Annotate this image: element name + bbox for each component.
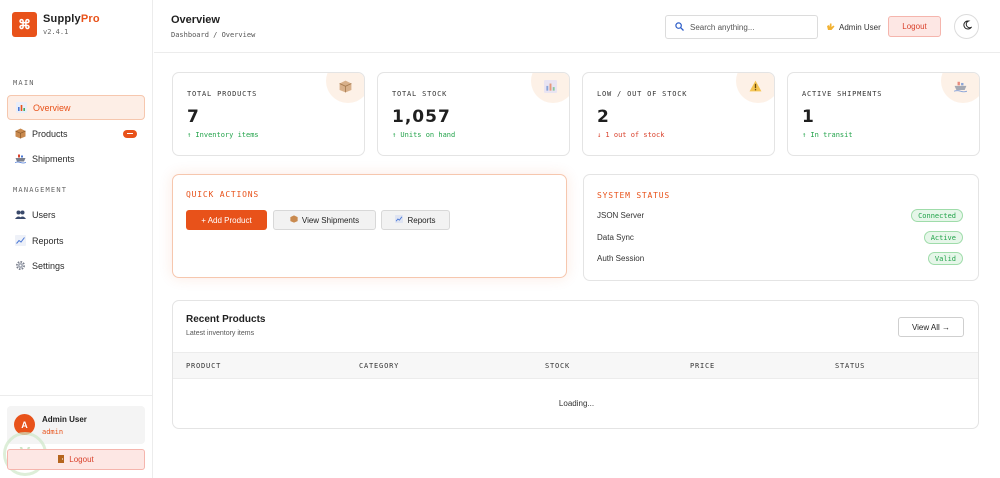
quick-actions-title: QUICK ACTIONS bbox=[186, 190, 260, 199]
status-badge: Active bbox=[923, 231, 963, 244]
products-badge bbox=[123, 129, 137, 138]
stat-label: TOTAL PRODUCTS bbox=[187, 90, 258, 98]
add-product-button[interactable]: + Add Product bbox=[186, 210, 267, 230]
sidebar-item-label: Reports bbox=[32, 235, 64, 246]
theme-toggle-button[interactable] bbox=[954, 14, 979, 39]
sidebar: ⌘ SupplyPro v2.4.1 MAIN Overview Product… bbox=[0, 0, 153, 478]
stat-card-total-stock: TOTAL STOCK 1,057 ↑ Units on hand bbox=[377, 72, 570, 156]
stat-sub: ↑ Inventory items bbox=[187, 131, 259, 139]
users-icon bbox=[15, 209, 26, 220]
stat-card-total-products: TOTAL PRODUCTS 7 ↑ Inventory items bbox=[172, 72, 365, 156]
system-status-panel: SYSTEM STATUS JSON Server Connected Data… bbox=[583, 174, 979, 281]
sidebar-item-label: Products bbox=[32, 128, 68, 139]
page-title: Overview bbox=[171, 14, 220, 26]
sidebar-divider bbox=[0, 395, 153, 396]
brand[interactable]: ⌘ SupplyPro v2.4.1 bbox=[12, 12, 100, 37]
table-header: PRODUCT CATEGORY STOCK PRICE STATUS bbox=[173, 352, 978, 379]
recent-products-subtitle: Latest inventory items bbox=[186, 330, 255, 337]
search-icon bbox=[675, 18, 684, 36]
package-icon bbox=[326, 73, 364, 103]
sidebar-item-label: Users bbox=[32, 209, 56, 220]
loading-text: Loading... bbox=[558, 399, 595, 408]
column-header-product[interactable]: PRODUCT bbox=[186, 362, 221, 370]
nav-section-management: MANAGEMENT bbox=[13, 186, 68, 194]
search-box[interactable] bbox=[665, 15, 818, 39]
gear-icon bbox=[15, 260, 26, 271]
stat-card-low-stock: LOW / OUT OF STOCK 2 ↓ 1 out of stock bbox=[582, 72, 775, 156]
view-shipments-button[interactable]: View Shipments bbox=[273, 210, 376, 230]
search-input[interactable] bbox=[690, 22, 810, 32]
sidebar-item-products[interactable]: Products bbox=[7, 121, 145, 146]
chart-icon bbox=[16, 102, 27, 113]
ship-icon bbox=[941, 73, 979, 103]
view-shipments-label: View Shipments bbox=[301, 215, 360, 225]
breadcrumb: Dashboard / Overview bbox=[171, 31, 256, 39]
quick-actions-panel: QUICK ACTIONS + Add Product View Shipmen… bbox=[172, 174, 567, 278]
warning-icon bbox=[736, 73, 774, 103]
stat-sub: ↑ In transit bbox=[802, 131, 853, 139]
recent-products-title: Recent Products bbox=[186, 314, 266, 325]
column-header-price[interactable]: PRICE bbox=[690, 362, 715, 370]
stat-label: TOTAL STOCK bbox=[392, 90, 448, 98]
column-header-category[interactable]: CATEGORY bbox=[359, 362, 399, 370]
sidebar-item-label: Shipments bbox=[32, 153, 75, 164]
sidebar-item-shipments[interactable]: Shipments bbox=[7, 146, 145, 171]
view-all-button[interactable]: View All → bbox=[898, 317, 964, 337]
sidebar-item-label: Settings bbox=[32, 260, 65, 271]
stat-label: ACTIVE SHIPMENTS bbox=[802, 90, 883, 98]
reports-button[interactable]: Reports bbox=[381, 210, 450, 230]
column-header-stock[interactable]: STOCK bbox=[545, 362, 570, 370]
sidebar-item-reports[interactable]: Reports bbox=[7, 228, 145, 253]
ship-icon bbox=[15, 153, 26, 164]
top-header: Overview Dashboard / Overview Admin User… bbox=[154, 0, 1000, 53]
door-icon bbox=[58, 454, 65, 465]
user-role: admin bbox=[42, 428, 64, 436]
package-icon bbox=[15, 128, 26, 139]
sidebar-item-label: Overview bbox=[33, 102, 71, 113]
stat-value: 2 bbox=[597, 107, 610, 127]
moon-icon bbox=[962, 20, 973, 33]
nav-section-main: MAIN bbox=[13, 79, 35, 87]
sidebar-logout-button[interactable]: Logout bbox=[7, 449, 145, 470]
status-row-label: Data Sync bbox=[597, 233, 634, 242]
sidebar-item-settings[interactable]: Settings bbox=[7, 253, 145, 278]
stat-sub: ↑ Units on hand bbox=[392, 131, 456, 139]
stat-value: 1,057 bbox=[392, 107, 451, 127]
stat-sub: ↓ 1 out of stock bbox=[597, 131, 665, 139]
stat-label: LOW / OUT OF STOCK bbox=[597, 90, 688, 98]
sidebar-item-users[interactable]: Users bbox=[7, 202, 145, 227]
brand-name: SupplyPro bbox=[43, 13, 100, 25]
brand-logo-icon: ⌘ bbox=[12, 12, 37, 37]
stat-card-active-shipments: ACTIVE SHIPMENTS 1 ↑ In transit bbox=[787, 72, 980, 156]
system-status-title: SYSTEM STATUS bbox=[597, 191, 671, 200]
recent-products-panel: Recent Products Latest inventory items V… bbox=[172, 300, 979, 429]
line-chart-icon bbox=[15, 235, 26, 246]
header-user-label: Admin User bbox=[839, 23, 881, 32]
brand-version: v2.4.1 bbox=[43, 28, 69, 36]
header-logout-button[interactable]: Logout bbox=[888, 16, 941, 37]
sidebar-item-overview[interactable]: Overview bbox=[7, 95, 145, 120]
status-row-label: Auth Session bbox=[597, 254, 645, 263]
package-icon bbox=[290, 215, 298, 225]
status-badge: Connected bbox=[911, 209, 963, 222]
user-name: Admin User bbox=[42, 415, 87, 424]
line-chart-icon bbox=[395, 215, 404, 225]
status-row-label: JSON Server bbox=[597, 211, 645, 220]
sidebar-logout-label: Logout bbox=[69, 455, 94, 464]
header-user[interactable]: Admin User bbox=[826, 22, 881, 33]
status-badge: Valid bbox=[927, 252, 963, 265]
wave-hand-icon bbox=[826, 22, 835, 33]
bar-chart-icon bbox=[531, 73, 569, 103]
reports-label: Reports bbox=[407, 215, 436, 225]
stat-value: 1 bbox=[802, 107, 815, 127]
stat-value: 7 bbox=[187, 107, 200, 127]
column-header-status[interactable]: STATUS bbox=[835, 362, 865, 370]
